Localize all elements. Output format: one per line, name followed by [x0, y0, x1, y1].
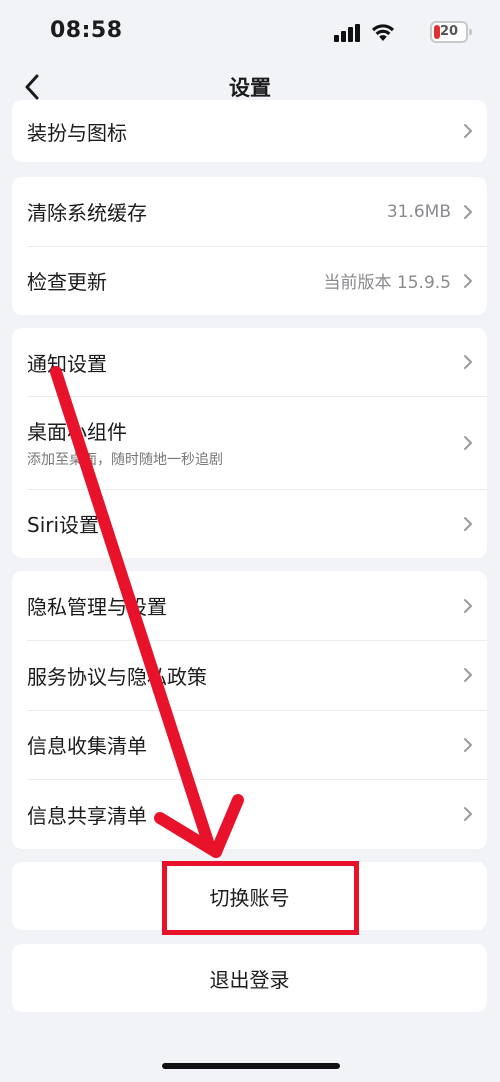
settings-item-label: 信息共享清单: [27, 803, 147, 828]
chevron-right-icon: [464, 807, 472, 821]
settings-group-appearance: 装扮与图标: [12, 100, 487, 162]
settings-group-privacy: 隐私管理与设置 服务协议与隐私政策 信息收集清单 信息共享清单: [12, 571, 487, 849]
logout-button[interactable]: 退出登录: [12, 944, 487, 1012]
page-title: 设置: [229, 76, 271, 100]
settings-item-data-collection[interactable]: 信息收集清单: [12, 710, 487, 779]
chevron-right-icon: [464, 124, 472, 138]
settings-group-notifications: 通知设置 桌面小组件 添加至桌面，随时随地一秒追剧 Siri设置: [12, 328, 487, 558]
chevron-right-icon: [464, 204, 472, 219]
settings-item-label: 通知设置: [27, 351, 107, 376]
widget-text: 桌面小组件 添加至桌面，随时随地一秒追剧: [27, 416, 463, 469]
settings-item-label: 隐私管理与设置: [27, 595, 167, 619]
chevron-right-icon: [464, 737, 472, 752]
status-bar: 08:58 20: [0, 0, 500, 66]
settings-item-label: 桌面小组件: [27, 420, 127, 444]
settings-item-check-update[interactable]: 检查更新 当前版本 15.9.5: [12, 246, 487, 315]
settings-item-notifications[interactable]: 通知设置: [12, 328, 487, 396]
settings-item-label: 信息收集清单: [27, 734, 147, 758]
settings-item-clear-cache[interactable]: 清除系统缓存 31.6MB: [12, 177, 487, 246]
chevron-right-icon: [464, 668, 472, 682]
home-indicator: [162, 1063, 340, 1069]
version-value: 当前版本 15.9.5: [323, 273, 451, 293]
battery-icon: 20: [430, 21, 472, 43]
settings-item-service-agreement[interactable]: 服务协议与隐私政策: [12, 640, 487, 710]
settings-item-data-sharing[interactable]: 信息共享清单: [12, 779, 487, 849]
settings-item-label: 清除系统缓存: [27, 201, 147, 225]
settings-item-label: Siri设置: [27, 513, 100, 537]
settings-item-label: 服务协议与隐私政策: [27, 664, 207, 689]
settings-item-label: 检查更新: [27, 270, 107, 294]
settings-item-widget[interactable]: 桌面小组件 添加至桌面，随时随地一秒追剧: [12, 396, 487, 489]
cache-size-value: 31.6MB: [386, 201, 451, 222]
wifi-icon: [372, 24, 394, 41]
settings-item-privacy-settings[interactable]: 隐私管理与设置: [12, 571, 487, 640]
cellular-signal-icon: [334, 24, 360, 42]
chevron-right-icon: [464, 355, 472, 369]
settings-item-siri[interactable]: Siri设置: [12, 489, 487, 558]
highlight-box: [162, 861, 359, 935]
settings-item-label: 装扮与图标: [27, 120, 127, 145]
chevron-right-icon: [464, 435, 472, 450]
battery-level: 20: [439, 24, 459, 39]
chevron-right-icon: [464, 273, 472, 288]
settings-item-appearance[interactable]: 装扮与图标: [12, 100, 487, 162]
settings-group-storage: 清除系统缓存 31.6MB 检查更新 当前版本 15.9.5: [12, 177, 487, 315]
chevron-right-icon: [464, 516, 472, 531]
settings-item-subtitle: 添加至桌面，随时随地一秒追剧: [27, 452, 223, 468]
status-time: 08:58: [50, 18, 123, 43]
logout-card: 退出登录: [12, 944, 487, 1012]
chevron-right-icon: [464, 598, 472, 613]
status-icons: 20: [328, 20, 472, 46]
